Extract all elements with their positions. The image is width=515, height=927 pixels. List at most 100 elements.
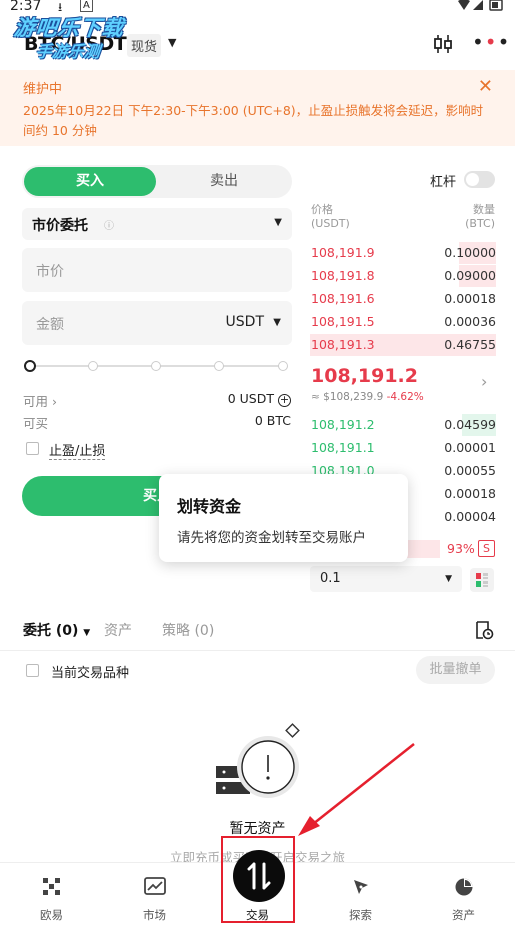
buy-sell-toggle: 买入 卖出 bbox=[22, 165, 292, 198]
tab-orders[interactable]: 委托 (0) ▼ bbox=[23, 620, 90, 640]
current-pair-checkbox[interactable] bbox=[26, 664, 39, 677]
orders-tabs: 委托 (0) ▼ 资产 策略 (0) bbox=[0, 620, 515, 642]
wifi-signal-battery-icon bbox=[458, 0, 503, 11]
nav-item-assets[interactable]: 资产 bbox=[412, 863, 515, 927]
caret-down-icon: ▼ bbox=[83, 628, 91, 638]
available-value: 0 USDT + bbox=[227, 391, 291, 407]
maintenance-banner: 维护中 ✕ 2025年10月22日 下午2:30-下午3:00 (UTC+8)，… bbox=[0, 70, 515, 146]
ask-qty: 0.46755 bbox=[444, 337, 496, 352]
ask-row[interactable]: 108,191.6 0.00018 bbox=[310, 288, 496, 310]
price-input[interactable]: 市价 bbox=[22, 248, 292, 292]
bid-price: 108,191.1 bbox=[311, 440, 375, 455]
ask-row[interactable]: 108,191.8 0.09000 bbox=[310, 265, 496, 287]
bid-qty: 0.00001 bbox=[444, 440, 496, 455]
last-price[interactable]: 108,191.2 bbox=[311, 365, 418, 387]
banner-message: 2025年10月22日 下午2:30-下午3:00 (UTC+8)，止盈止损触发… bbox=[23, 103, 484, 138]
add-circle-icon: + bbox=[278, 393, 291, 407]
ask-price: 108,191.9 bbox=[311, 245, 375, 260]
order-type-select[interactable]: 市价委托 ⓘ ▼ bbox=[22, 208, 292, 240]
caret-down-icon[interactable]: ▼ bbox=[168, 36, 176, 49]
bid-price: 108,191.2 bbox=[311, 417, 375, 432]
close-icon[interactable]: ✕ bbox=[478, 76, 493, 97]
bid-qty: 0.04599 bbox=[444, 417, 496, 432]
market-chart-icon bbox=[143, 877, 166, 901]
available-label[interactable]: 可用 › bbox=[23, 391, 57, 410]
caret-down-icon: ▼ bbox=[274, 217, 282, 228]
tooltip-description: 请先将您的资金划转至交易账户 bbox=[177, 530, 366, 546]
tpsl-label[interactable]: 止盈/止损 bbox=[49, 440, 106, 460]
ask-qty: 0.00018 bbox=[444, 291, 496, 306]
okx-logo-icon bbox=[42, 877, 62, 901]
info-icon[interactable]: ⓘ bbox=[104, 217, 114, 232]
last-price-usd: ≈ $108,239.9 -4.62% bbox=[311, 391, 424, 403]
current-pair-label: 当前交易品种 bbox=[51, 666, 130, 681]
caret-down-icon: ▼ bbox=[445, 574, 452, 584]
ask-price: 108,191.6 bbox=[311, 291, 375, 306]
annotation-highlight-box bbox=[221, 836, 295, 923]
bid-row[interactable]: 108,191.1 0.00001 bbox=[310, 437, 496, 459]
order-history-icon[interactable] bbox=[474, 620, 494, 644]
orderbook-qty-header: 数量 (BTC) bbox=[465, 203, 495, 230]
buy-tab[interactable]: 买入 bbox=[24, 167, 156, 196]
bid-qty: 0.00018 bbox=[444, 486, 496, 501]
orderbook-layout-icon[interactable] bbox=[470, 568, 494, 592]
tpsl-checkbox[interactable] bbox=[26, 442, 39, 455]
caret-down-icon[interactable]: ▼ bbox=[273, 317, 281, 328]
chevron-right-icon: › bbox=[52, 394, 57, 409]
chevron-right-icon[interactable]: › bbox=[481, 372, 487, 391]
nav-item-explore[interactable]: 探索 bbox=[309, 863, 412, 927]
price-placeholder: 市价 bbox=[36, 264, 64, 280]
slider-stop-100[interactable] bbox=[278, 361, 288, 371]
nav-item-market[interactable]: 市场 bbox=[103, 863, 206, 927]
leverage-toggle[interactable] bbox=[464, 171, 495, 188]
toggle-knob bbox=[466, 173, 479, 186]
amount-unit[interactable]: USDT bbox=[226, 314, 264, 330]
nav-label: 探索 bbox=[349, 908, 372, 922]
leverage-label: 杠杆 bbox=[430, 175, 457, 190]
amount-slider[interactable] bbox=[24, 360, 290, 372]
nav-label: 资产 bbox=[452, 908, 475, 922]
bid-row[interactable]: 108,191.2 0.04599 bbox=[310, 414, 496, 436]
order-type-label: 市价委托 bbox=[32, 218, 88, 234]
depth-step-select[interactable]: 0.1 ▼ bbox=[310, 566, 462, 592]
section-divider bbox=[0, 650, 515, 651]
more-menu-icon[interactable]: ••• bbox=[472, 32, 510, 52]
price-change: -4.62% bbox=[386, 391, 424, 403]
signal-battery-icons bbox=[457, 0, 505, 15]
bid-qty: 0.00004 bbox=[444, 509, 496, 524]
sell-ratio: 93% bbox=[447, 541, 475, 556]
ask-price: 108,191.3 bbox=[311, 337, 375, 352]
tab-strategies[interactable]: 策略 (0) bbox=[162, 620, 214, 640]
amount-placeholder: 金额 bbox=[36, 317, 64, 333]
ask-qty: 0.10000 bbox=[444, 245, 496, 260]
slider-handle[interactable] bbox=[24, 360, 36, 372]
batch-cancel-button[interactable]: 批量撤单 bbox=[416, 656, 495, 684]
ask-qty: 0.09000 bbox=[444, 268, 496, 283]
slider-stop-75[interactable] bbox=[214, 361, 224, 371]
watermark-logo-sub: 手游乐测 bbox=[34, 42, 101, 61]
ask-price: 108,191.8 bbox=[311, 268, 375, 283]
orderbook-price-header: 价格 (USDT) bbox=[311, 203, 350, 230]
ask-row[interactable]: 108,191.3 0.46755 bbox=[310, 334, 496, 356]
ask-row[interactable]: 108,191.5 0.00036 bbox=[310, 311, 496, 333]
explore-icon bbox=[351, 877, 371, 901]
nav-item-okx[interactable]: 欧易 bbox=[0, 863, 103, 927]
tab-assets[interactable]: 资产 bbox=[104, 620, 132, 640]
transfer-funds-tooltip[interactable]: 划转资金 请先将您的资金划转至交易账户 bbox=[159, 474, 408, 562]
market-type-badge: 现货 bbox=[127, 34, 162, 57]
ask-price: 108,191.5 bbox=[311, 314, 375, 329]
slider-stop-50[interactable] bbox=[151, 361, 161, 371]
sell-tab[interactable]: 卖出 bbox=[158, 167, 290, 196]
bid-qty: 0.00055 bbox=[444, 463, 496, 478]
ask-row[interactable]: 108,191.9 0.10000 bbox=[310, 242, 496, 264]
sell-side-badge: S bbox=[478, 540, 495, 557]
can-buy-value: 0 BTC bbox=[254, 413, 291, 428]
amount-input[interactable]: 金额 USDT ▼ bbox=[22, 301, 292, 345]
slider-stop-25[interactable] bbox=[88, 361, 98, 371]
empty-state-title: 暂无资产 bbox=[229, 821, 286, 837]
tooltip-title: 划转资金 bbox=[177, 497, 242, 516]
ask-qty: 0.00036 bbox=[444, 314, 496, 329]
nav-label: 市场 bbox=[143, 908, 166, 922]
annotation-arrow bbox=[290, 740, 420, 844]
candlestick-icon[interactable] bbox=[432, 33, 454, 55]
